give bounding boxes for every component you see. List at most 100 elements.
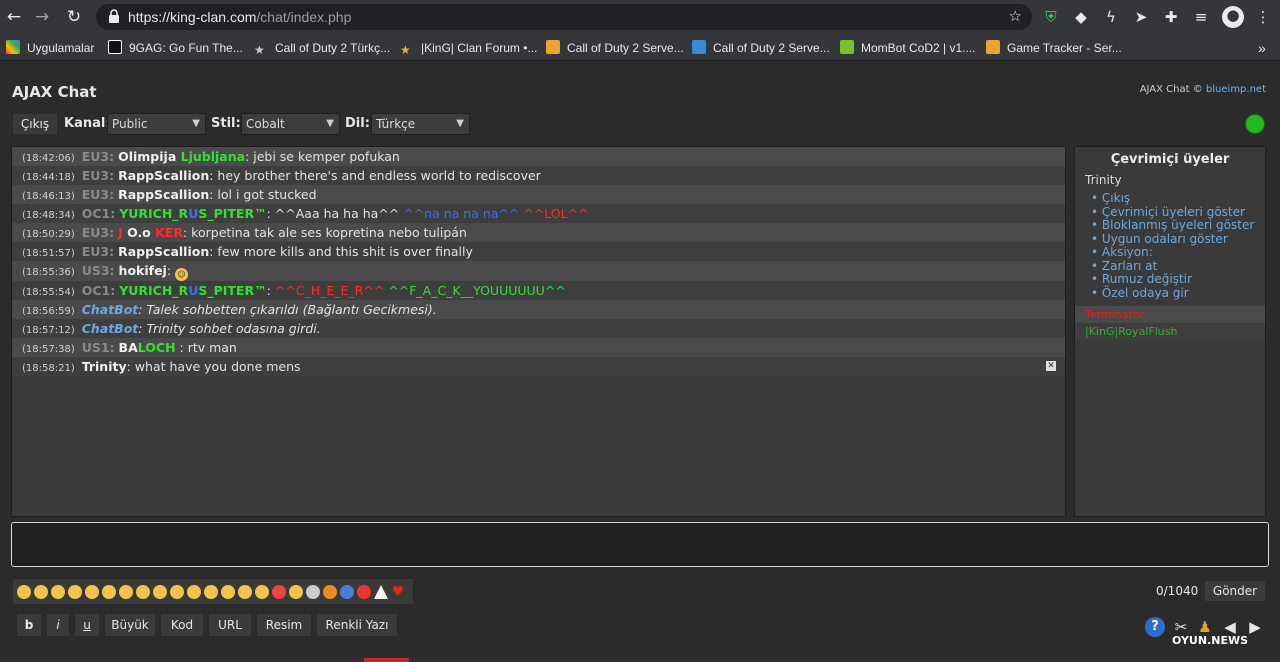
style-select[interactable]: Cobalt ▼ (241, 113, 340, 135)
nickname[interactable]: RappScallion (118, 187, 209, 202)
language-select[interactable]: Türkçe ▼ (371, 113, 470, 135)
nickname[interactable]: hokifej (119, 263, 167, 278)
url-button[interactable]: URL (208, 613, 252, 637)
smile-emoji-icon[interactable] (17, 585, 31, 599)
status-online-indicator[interactable] (1245, 114, 1265, 134)
shield-icon[interactable]: ⛨ (1042, 8, 1060, 26)
address-bar[interactable]: https://king-clan.com/chat/index.php ☆ (96, 4, 1032, 30)
nickname[interactable]: J O.o KER (118, 225, 183, 240)
arrow-icon[interactable]: ➤ (1132, 8, 1150, 26)
grin-emoji-icon[interactable] (51, 585, 65, 599)
bookmark-cod2-servers-2[interactable]: Call of Duty 2 Serve... (692, 39, 830, 57)
nickname[interactable]: BALOCH (119, 340, 176, 355)
menu-icon[interactable]: ⋮ (1254, 8, 1272, 26)
extension-icon[interactable]: ◆ (1072, 8, 1090, 26)
italic-button[interactable]: i (46, 613, 70, 637)
chat-message: (18:44:18) EU3: RappScallion: hey brothe… (12, 166, 1065, 185)
help-icon[interactable]: ? (1145, 617, 1165, 637)
chevron-down-icon: ▼ (192, 118, 200, 129)
eyes-emoji-icon[interactable] (170, 585, 184, 599)
nickname[interactable]: RappScallion (118, 168, 209, 183)
laugh-emoji-icon[interactable] (85, 585, 99, 599)
chat-message: (18:58:21) Trinity: what have you done m… (12, 357, 1065, 376)
channel-label: Kanal: (64, 116, 111, 131)
big-text-button[interactable]: Büyük (104, 613, 156, 637)
image-button[interactable]: Resim (256, 613, 312, 637)
current-user[interactable]: Trinity (1085, 173, 1265, 187)
heart-emoji-icon[interactable]: ♥ (391, 585, 405, 599)
sad-emoji-icon[interactable] (119, 585, 133, 599)
online-user-item[interactable]: Terminator (1075, 306, 1265, 323)
nickname[interactable]: YURICH_RUS_PITER™ (119, 283, 266, 298)
chat-list[interactable]: (18:42:06) EU3: Olimpija Ljubljana: jebi… (11, 146, 1066, 517)
idea-emoji-icon[interactable] (306, 585, 320, 599)
bookmark-cod2-tr[interactable]: ★ Call of Duty 2 Türkç... (254, 39, 390, 57)
back-icon[interactable]: ← (4, 7, 24, 27)
emoticon-bar: ♥ (12, 578, 414, 605)
warning-emoji-icon[interactable] (374, 585, 388, 599)
online-users-title: Çevrimiçi üyeler (1110, 152, 1230, 167)
color-text-button[interactable]: Renkli Yazı (316, 613, 398, 637)
nickname[interactable]: YURICH_RUS_PITER™ (119, 206, 266, 221)
exclamation-emoji-icon[interactable] (323, 585, 337, 599)
neutral-emoji-icon[interactable] (102, 585, 116, 599)
menu-item-roll-dice[interactable]: Zarları at (1091, 259, 1265, 274)
cool-emoji-icon[interactable] (153, 585, 167, 599)
blush-emoji-icon[interactable] (238, 585, 252, 599)
nickname[interactable]: ChatBot (82, 321, 139, 336)
menu-item-show-online[interactable]: Çevrimiçi üyeleri göster (1091, 205, 1265, 220)
sunglasses-emoji-icon[interactable] (187, 585, 201, 599)
chat-message: (18:56:59) ChatBot: Talek sohbetten çıka… (12, 300, 1065, 319)
devil-emoji-icon[interactable] (272, 585, 286, 599)
bolt-icon[interactable]: ϟ (1102, 8, 1120, 26)
send-button[interactable]: Gönder (1204, 580, 1266, 602)
bookmark-apps[interactable]: Uygulamalar (6, 39, 94, 57)
channel-select[interactable]: Public ▼ (107, 113, 206, 135)
puzzle-icon[interactable]: ✚ (1162, 8, 1180, 26)
evil-emoji-icon[interactable] (289, 585, 303, 599)
menu-item-change-nick[interactable]: Rumuz değiştir (1091, 272, 1265, 287)
forward-icon[interactable]: → (32, 7, 52, 27)
surprised-emoji-icon[interactable] (136, 585, 150, 599)
chat-message: (18:55:54) OC1: YURICH_RUS_PITER™: ^^C_H… (12, 281, 1065, 300)
kiss-emoji-icon[interactable] (204, 585, 218, 599)
media-icon[interactable]: ≡ (1192, 8, 1210, 26)
code-button[interactable]: Kod (160, 613, 204, 637)
menu-item-show-rooms[interactable]: Uygun odaları göster (1091, 232, 1265, 247)
bookmark-cod2-servers-1[interactable]: Call of Duty 2 Serve... (546, 39, 684, 57)
menu-item-action[interactable]: Aksiyon: (1091, 245, 1265, 260)
lock-icon (109, 9, 119, 23)
bookmark-9gag[interactable]: 9GAG: Go Fun The... (108, 39, 243, 57)
star-icon[interactable]: ☆ (1009, 7, 1022, 25)
stop-emoji-icon[interactable] (357, 585, 371, 599)
reload-icon[interactable]: ↻ (64, 7, 84, 27)
bold-button[interactable]: b (16, 613, 42, 637)
underline-button[interactable]: u (74, 613, 100, 637)
bookmark-king-forum[interactable]: ★ |KinG| Clan Forum •... (400, 39, 537, 57)
chat-page: AJAX Chat AJAX Chat © blueimp.net Çıkış … (0, 61, 1280, 662)
menu-item-private-room[interactable]: Özel odaya gir (1091, 286, 1265, 301)
copyright-link[interactable]: blueimp.net (1206, 84, 1266, 95)
profile-icon[interactable]: ● (1222, 6, 1244, 28)
star-bookmark-icon: ★ (254, 43, 265, 57)
wink-emoji-icon[interactable] (34, 585, 48, 599)
tongue-emoji-icon[interactable] (68, 585, 82, 599)
delete-message-icon[interactable]: ✕ (1046, 361, 1056, 371)
nickname[interactable]: Trinity (82, 359, 127, 374)
more-bookmarks[interactable]: » (1258, 39, 1266, 57)
menu-item-logout[interactable]: Çıkış (1091, 191, 1265, 206)
menu-item-show-blocked[interactable]: Bloklanmış üyeleri göster (1091, 218, 1265, 233)
bookmark-game-tracker[interactable]: Game Tracker - Ser... (986, 39, 1122, 57)
message-input[interactable] (11, 522, 1269, 567)
nickname[interactable]: ChatBot (82, 302, 139, 317)
cry-emoji-icon[interactable] (221, 585, 235, 599)
page-title: AJAX Chat (12, 83, 97, 101)
angry-emoji-icon[interactable] (255, 585, 269, 599)
question-emoji-icon[interactable] (340, 585, 354, 599)
bookmark-mombot[interactable]: MomBot CoD2 | v1.... (840, 39, 976, 57)
nickname[interactable]: Olimpija Ljubljana (118, 149, 245, 164)
chat-message: (18:51:57) EU3: RappScallion: few more k… (12, 242, 1065, 261)
logout-button[interactable]: Çıkış (12, 113, 58, 135)
online-user-item[interactable]: |KinG|RoyalFlush (1075, 323, 1265, 340)
nickname[interactable]: RappScallion (118, 244, 209, 259)
